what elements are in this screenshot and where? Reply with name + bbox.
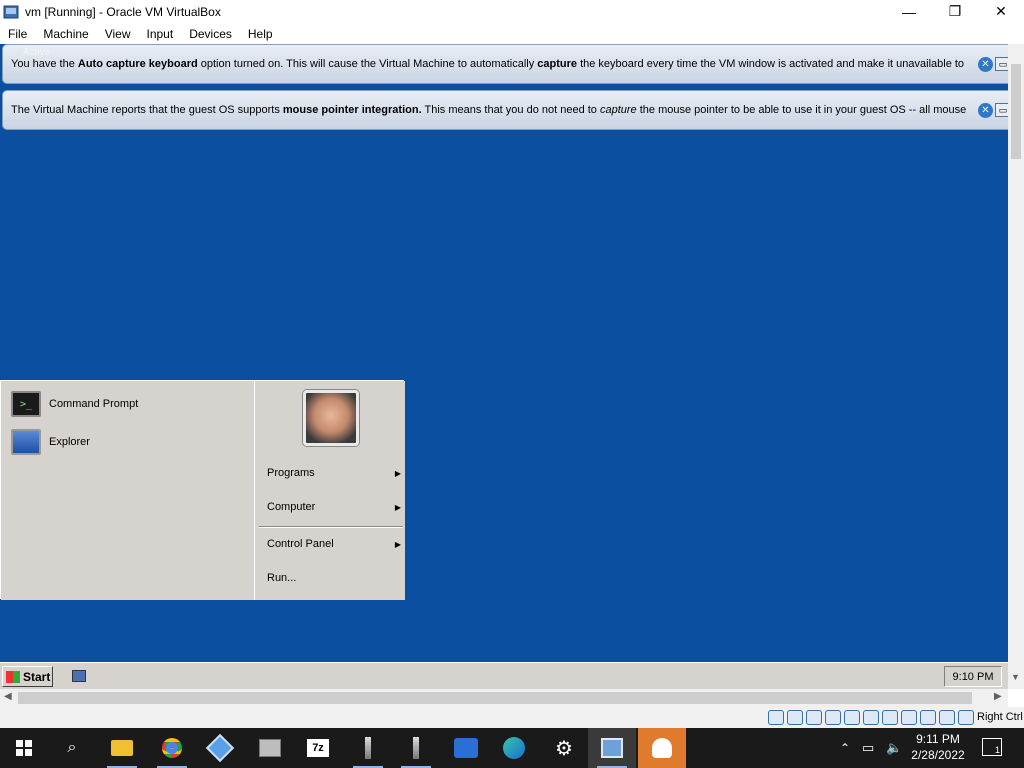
start-menu-divider <box>259 526 403 528</box>
clock-time: 9:11 PM <box>916 732 960 746</box>
app-icon[interactable] <box>344 728 392 768</box>
restore-button[interactable]: ❐ <box>932 0 978 23</box>
audio-icon[interactable] <box>806 710 822 725</box>
vm-status-bar: Right Ctrl <box>0 707 1024 728</box>
start-item-label: Explorer <box>49 436 90 448</box>
menu-bar: File Machine View Input Devices Help <box>0 23 1024 44</box>
show-desktop-icon[interactable] <box>72 670 86 682</box>
start-menu-left-pane: >_ Command Prompt Explorer <box>1 381 255 600</box>
submenu-arrow-icon: ▶ <box>394 539 401 549</box>
guest-start-button[interactable]: Start <box>2 666 53 687</box>
terminal-icon: >_ <box>11 391 41 417</box>
start-item-explorer[interactable]: Explorer <box>11 429 90 455</box>
start-item-label: Command Prompt <box>49 398 139 410</box>
computer-icon <box>11 429 41 455</box>
start-flag-icon <box>6 670 20 683</box>
close-notice-icon[interactable]: ✕ <box>978 102 993 118</box>
keyboard-capture-icon[interactable] <box>958 710 974 725</box>
menu-file[interactable]: File <box>0 27 35 41</box>
menu-view[interactable]: View <box>97 27 139 41</box>
vm-icon[interactable] <box>588 728 636 768</box>
optical-drive-icon[interactable] <box>787 710 803 725</box>
file-explorer-icon[interactable] <box>98 728 146 768</box>
vm-display[interactable]: You have the Auto capture keyboard optio… <box>0 44 1008 689</box>
guest-start-menu: >_ Command Prompt Explorer Programs ▶ Co… <box>0 380 405 600</box>
menu-help[interactable]: Help <box>240 27 281 41</box>
clock-date: 2/28/2022 <box>911 748 965 762</box>
menu-devices[interactable]: Devices <box>181 27 240 41</box>
app-icon[interactable] <box>392 728 440 768</box>
notice-text: The Virtual Machine reports that the gue… <box>11 104 967 116</box>
app-icon[interactable] <box>442 728 490 768</box>
show-hidden-icons-icon[interactable]: ⌃ <box>840 728 850 768</box>
start-menu-right-pane: Programs ▶ Computer ▶ Control Panel ▶ Ru… <box>255 381 405 600</box>
host-clock[interactable]: 9:11 PM 2/28/2022 <box>906 731 970 763</box>
app-icon[interactable] <box>246 728 294 768</box>
notifications-icon[interactable]: 1 <box>982 738 1002 756</box>
device-status-icons <box>768 710 974 725</box>
scroll-down-arrow-icon[interactable]: ▼ <box>1011 672 1020 682</box>
active-label: Active <box>23 47 51 58</box>
submenu-arrow-icon: ▶ <box>394 502 401 512</box>
hide-notice-icon[interactable]: ▭ <box>995 57 1008 71</box>
close-notice-icon[interactable]: ✕ <box>978 56 993 72</box>
mouse-integration-icon[interactable] <box>939 710 955 725</box>
start-item-programs[interactable]: Programs ▶ <box>267 467 401 479</box>
notice-text: You have the Auto capture keyboard optio… <box>11 58 965 70</box>
keyboard-capture-notice: You have the Auto capture keyboard optio… <box>2 44 1008 84</box>
start-item-computer[interactable]: Computer ▶ <box>267 501 401 513</box>
edge-icon[interactable] <box>490 728 538 768</box>
guest-taskbar: Start 9:10 PM <box>0 662 1008 689</box>
scroll-right-arrow-icon[interactable]: ▶ <box>994 691 1002 702</box>
host-key-label: Right Ctrl <box>977 711 1023 723</box>
close-button[interactable]: ✕ <box>978 0 1024 23</box>
mouse-integration-notice: The Virtual Machine reports that the gue… <box>2 90 1008 130</box>
start-item-run[interactable]: Run... <box>267 572 401 584</box>
network-icon[interactable] <box>825 710 841 725</box>
windows-start-icon[interactable] <box>0 728 48 768</box>
shared-folders-icon[interactable] <box>863 710 879 725</box>
menu-machine[interactable]: Machine <box>35 27 96 41</box>
start-item-control-panel[interactable]: Control Panel ▶ <box>267 538 401 550</box>
menu-input[interactable]: Input <box>139 27 182 41</box>
search-icon[interactable]: ⌕ <box>48 728 96 768</box>
vertical-scrollbar[interactable]: ▼ <box>1008 44 1024 689</box>
horizontal-scrollbar[interactable]: ◀ ▶ <box>0 689 1008 707</box>
start-item-command-prompt[interactable]: >_ Command Prompt <box>11 391 138 417</box>
host-taskbar: ⌕ 7z ⚙ ⌃ ▭ 🔈 9:11 PM 2/28/2022 1 <box>0 728 1024 768</box>
display-icon[interactable] <box>882 710 898 725</box>
guest-clock: 9:10 PM <box>944 666 1002 687</box>
usb-icon[interactable] <box>844 710 860 725</box>
cpu-icon[interactable] <box>920 710 936 725</box>
minimize-button[interactable]: — <box>886 0 932 23</box>
vertical-scroll-thumb[interactable] <box>1011 64 1021 159</box>
window-title: vm [Running] - Oracle VM VirtualBox <box>25 4 221 19</box>
hide-notice-icon[interactable]: ▭ <box>995 103 1008 117</box>
chrome-icon[interactable] <box>148 728 196 768</box>
volume-icon[interactable]: 🔈 <box>886 728 902 768</box>
virtualbox-app-icon <box>3 5 19 18</box>
7zip-icon[interactable]: 7z <box>294 728 342 768</box>
person-icon[interactable] <box>638 728 686 768</box>
recording-icon[interactable] <box>901 710 917 725</box>
virtualbox-icon[interactable] <box>196 728 244 768</box>
settings-icon[interactable]: ⚙ <box>540 728 588 768</box>
user-avatar[interactable] <box>303 390 359 446</box>
horizontal-scroll-thumb[interactable] <box>18 692 972 704</box>
hard-disk-icon[interactable] <box>768 710 784 725</box>
window-title-bar: vm [Running] - Oracle VM VirtualBox — ❐ … <box>0 0 1024 23</box>
network-tray-icon[interactable]: ▭ <box>862 728 874 768</box>
submenu-arrow-icon: ▶ <box>394 468 401 478</box>
scroll-left-arrow-icon[interactable]: ◀ <box>4 691 12 702</box>
